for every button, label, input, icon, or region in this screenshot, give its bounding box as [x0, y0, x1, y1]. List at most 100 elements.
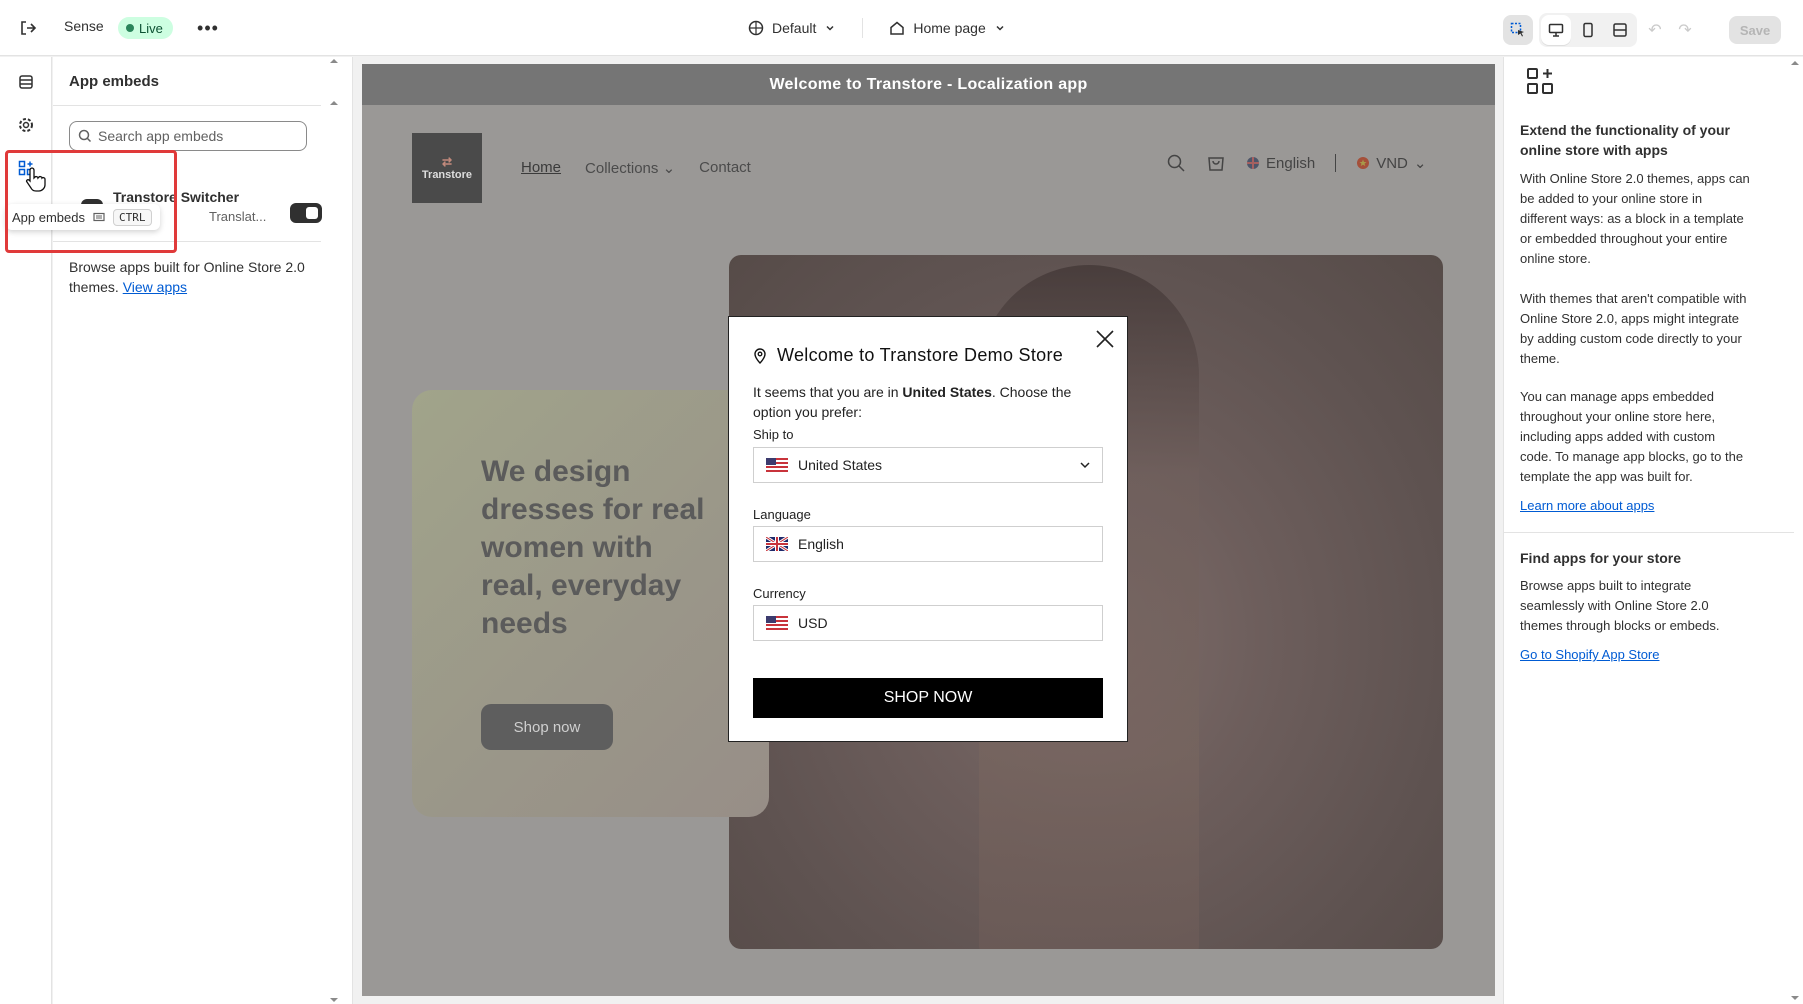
- theme-settings-icon[interactable]: [12, 111, 40, 139]
- status-dot: [126, 24, 134, 32]
- currency-select[interactable]: USD: [753, 605, 1103, 641]
- undo-icon[interactable]: ↶: [1643, 18, 1667, 42]
- language-label: English: [1266, 154, 1316, 172]
- view-apps-link[interactable]: View apps: [123, 279, 187, 295]
- status-badge-label: Live: [139, 20, 163, 36]
- page-selector-label: Home page: [913, 20, 986, 36]
- chevron-down-icon: [996, 25, 1004, 31]
- info-paragraph-3: You can manage apps embedded throughout …: [1520, 389, 1744, 484]
- us-flag-icon: [766, 616, 788, 630]
- mobile-view-icon[interactable]: [1573, 15, 1603, 45]
- status-badge: Live: [118, 17, 173, 39]
- exit-icon[interactable]: [16, 16, 40, 40]
- ship-to-select[interactable]: United States: [753, 447, 1103, 483]
- app-embeds-panel: App embeds Transtore Switcher Translat..…: [53, 57, 353, 1004]
- currency-value: USD: [798, 615, 828, 631]
- chevron-down-icon: ⌄: [1413, 155, 1427, 172]
- divider: [1504, 532, 1794, 533]
- nav-home[interactable]: Home: [521, 159, 561, 177]
- learn-more-link[interactable]: Learn more about apps: [1520, 498, 1654, 513]
- info-heading-find: Find apps for your store: [1520, 550, 1682, 566]
- info-paragraph-2: With themes that aren't compatible with …: [1520, 291, 1747, 366]
- template-navigation: Default Home page: [740, 14, 1014, 42]
- cart-icon[interactable]: [1206, 153, 1226, 173]
- app-enable-toggle[interactable]: [290, 203, 322, 223]
- announcement-bar: Welcome to Transtore - Localization app: [362, 64, 1495, 105]
- scrollbar[interactable]: [328, 57, 340, 1004]
- search-field[interactable]: [69, 121, 307, 151]
- search-icon: [78, 129, 92, 143]
- divider: [53, 241, 321, 242]
- app-store-link[interactable]: Go to Shopify App Store: [1520, 647, 1659, 662]
- storefront-preview: Welcome to Transtore - Localization app …: [362, 64, 1495, 996]
- shop-now-button[interactable]: SHOP NOW: [753, 678, 1103, 718]
- keyboard-icon: [93, 212, 105, 222]
- info-heading-extend: Extend the functionality of your online …: [1520, 122, 1731, 158]
- divider: [1335, 154, 1337, 172]
- info-paragraph-4: Browse apps built to integrate seamlessl…: [1520, 578, 1720, 633]
- topbar-actions: ↶ ↷ Save: [1503, 13, 1781, 47]
- divider: [53, 105, 321, 106]
- chevron-down-icon: ⌄: [662, 160, 676, 177]
- currency-switcher[interactable]: VND ⌄: [1356, 154, 1426, 172]
- uk-flag-icon: [766, 537, 788, 551]
- shortcut-key: CTRL: [113, 208, 152, 226]
- app-subtitle: Translat...: [209, 209, 267, 224]
- tooltip-label: App embeds: [12, 209, 85, 225]
- ship-to-label: Ship to: [753, 427, 794, 442]
- hero-shop-button[interactable]: Shop now: [481, 704, 613, 750]
- globe-icon: [748, 20, 764, 36]
- sections-icon[interactable]: [12, 68, 40, 96]
- store-logo[interactable]: ⇄ Transtore: [412, 133, 482, 203]
- nav-collections-label: Collections: [585, 160, 659, 177]
- save-button[interactable]: Save: [1729, 16, 1781, 44]
- modal-title: Welcome to Transtore Demo Store: [753, 345, 1063, 366]
- language-select[interactable]: English: [753, 526, 1103, 562]
- us-flag-icon: [766, 458, 788, 472]
- redo-icon[interactable]: ↷: [1673, 18, 1697, 42]
- editor-left-rail: [0, 57, 52, 1004]
- localization-modal: Welcome to Transtore Demo Store It seems…: [728, 316, 1128, 742]
- divider: [862, 18, 864, 38]
- inspector-toggle-icon[interactable]: [1503, 15, 1533, 45]
- fullscreen-view-icon[interactable]: [1605, 15, 1635, 45]
- modal-title-text: Welcome to Transtore Demo Store: [777, 345, 1064, 365]
- template-selector[interactable]: Default: [740, 14, 844, 42]
- vn-flag-icon: [1357, 157, 1370, 169]
- search-input[interactable]: [98, 128, 298, 144]
- home-icon: [890, 21, 905, 35]
- desktop-view-icon[interactable]: [1541, 15, 1571, 45]
- info-panel: Extend the functionality of your online …: [1503, 57, 1803, 1004]
- hero-heading: We design dresses for real women with re…: [481, 455, 705, 640]
- page-selector[interactable]: Home page: [881, 14, 1013, 42]
- uk-flag-icon: [1247, 157, 1259, 169]
- apps-icon: [1527, 68, 1553, 94]
- nav-collections[interactable]: Collections ⌄: [585, 159, 675, 177]
- hero-card: We design dresses for real women with re…: [412, 390, 769, 817]
- nav-contact[interactable]: Contact: [699, 159, 751, 177]
- app-name: Transtore Switcher: [113, 189, 240, 205]
- scrollbar[interactable]: [1789, 57, 1801, 1004]
- logo-arrows-icon: ⇄: [441, 155, 453, 169]
- language-value: English: [798, 536, 844, 552]
- language-field-label: Language: [753, 507, 811, 522]
- app-embeds-tooltip: App embeds CTRL: [6, 204, 160, 230]
- search-icon[interactable]: [1166, 153, 1186, 173]
- location-pin-icon: [754, 347, 766, 364]
- modal-message: It seems that you are in United States. …: [753, 382, 1103, 422]
- currency-label: VND: [1376, 154, 1408, 172]
- pointer-cursor-icon: [25, 167, 46, 192]
- logo-text: Transtore: [421, 169, 473, 181]
- close-icon[interactable]: [1095, 329, 1115, 349]
- language-switcher[interactable]: English: [1246, 155, 1315, 172]
- template-selector-label: Default: [772, 20, 817, 36]
- theme-name: Sense: [64, 18, 104, 34]
- chevron-down-icon: [826, 25, 834, 31]
- info-paragraph-1: With Online Store 2.0 themes, apps can b…: [1520, 171, 1750, 266]
- viewport-switcher: [1539, 13, 1637, 47]
- detected-country: United States: [902, 384, 992, 400]
- browse-apps-text: Browse apps built for Online Store 2.0 t…: [69, 257, 309, 297]
- modal-message-prefix: It seems that you are in: [753, 384, 903, 400]
- more-actions-icon[interactable]: •••: [196, 16, 220, 40]
- store-nav: Home Collections ⌄ Contact: [521, 159, 751, 177]
